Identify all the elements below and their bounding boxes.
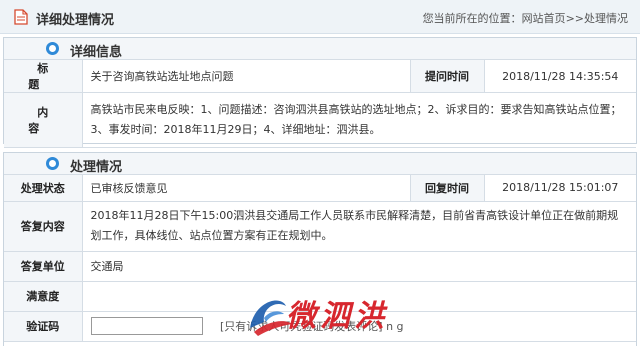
breadcrumb: 您当前所在的位置：网站首页>>处理情况 [423,10,628,26]
status-row: 处理状态 已审核反馈意见 回复时间 2018/11/28 15:01:07 [4,175,636,202]
reply-time-label: 回复时间 [410,175,485,202]
reply-time-value: 2018/11/28 15:01:07 [484,175,636,202]
content-row: 内 容 高铁站市民来电反映：1、问题描述：咨询泗洪县高铁站的选址地点；2、诉求目… [4,92,636,148]
detail-section-header: 详细信息 [4,38,636,60]
captcha-note: [只有诉求人可凭验证码发表评论] n g [220,320,404,333]
ask-time-value: 2018/11/28 14:35:54 [484,60,636,93]
satisfaction-row: 满意度 [4,281,636,312]
captcha-row: 验证码 [只有诉求人可凭验证码发表评论] n g [4,311,636,342]
detail-table: 标 题 关于咨询高铁站选址地点问题 提问时间 2018/11/28 14:35:… [4,60,636,148]
breadcrumb-prefix: 您当前所在的位置： [422,12,522,25]
ask-time-label: 提问时间 [410,60,485,93]
reply-content-row: 答复内容 2018年11月28日下午15:00泗洪县交通局工作人员联系市民解释清… [4,201,636,252]
handling-section-title: 处理情况 [70,160,123,175]
content-label: 内 容 [4,92,83,148]
page-header: 详细处理情况 您当前所在的位置：网站首页>>处理情况 [0,0,640,34]
bullet-ring-icon [46,42,59,55]
reply-unit-row: 答复单位 交通局 [4,251,636,282]
handling-table: 处理状态 已审核反馈意见 回复时间 2018/11/28 15:01:07 答复… [4,175,636,342]
reply-content-value: 2018年11月28日下午15:00泗洪县交通局工作人员联系市民解释清楚，目前省… [82,201,636,252]
handling-section: 处理情况 处理状态 已审核反馈意见 回复时间 2018/11/28 15:01:… [3,152,637,346]
status-label: 处理状态 [4,175,83,202]
title-label: 标 题 [4,60,83,93]
captcha-label: 验证码 [4,311,83,342]
title-value: 关于咨询高铁站选址地点问题 [82,60,411,93]
reply-unit-label: 答复单位 [4,251,83,282]
handling-section-header: 处理情况 [4,153,636,175]
captcha-cell: [只有诉求人可凭验证码发表评论] n g [82,311,636,342]
page-title: 详细处理情况 [36,13,115,28]
reply-unit-value: 交通局 [82,251,636,282]
satisfaction-value [82,281,636,312]
status-value: 已审核反馈意见 [82,175,411,202]
captcha-input[interactable] [90,317,203,335]
reply-content-label: 答复内容 [4,201,83,252]
detail-section: 详细信息 标 题 关于咨询高铁站选址地点问题 提问时间 2018/11/28 1… [3,37,637,148]
breadcrumb-separator: >> [565,12,584,25]
breadcrumb-current: 处理情况 [584,12,628,25]
satisfaction-label: 满意度 [4,281,83,312]
title-row: 标 题 关于咨询高铁站选址地点问题 提问时间 2018/11/28 14:35:… [4,60,636,93]
breadcrumb-home-link[interactable]: 网站首页 [522,12,566,25]
detail-section-title: 详细信息 [70,45,123,60]
bullet-ring-icon [46,157,59,170]
document-icon [14,9,28,25]
content-value: 高铁站市民来电反映：1、问题描述：咨询泗洪县高铁站的选址地点；2、诉求目的：要求… [82,92,636,148]
